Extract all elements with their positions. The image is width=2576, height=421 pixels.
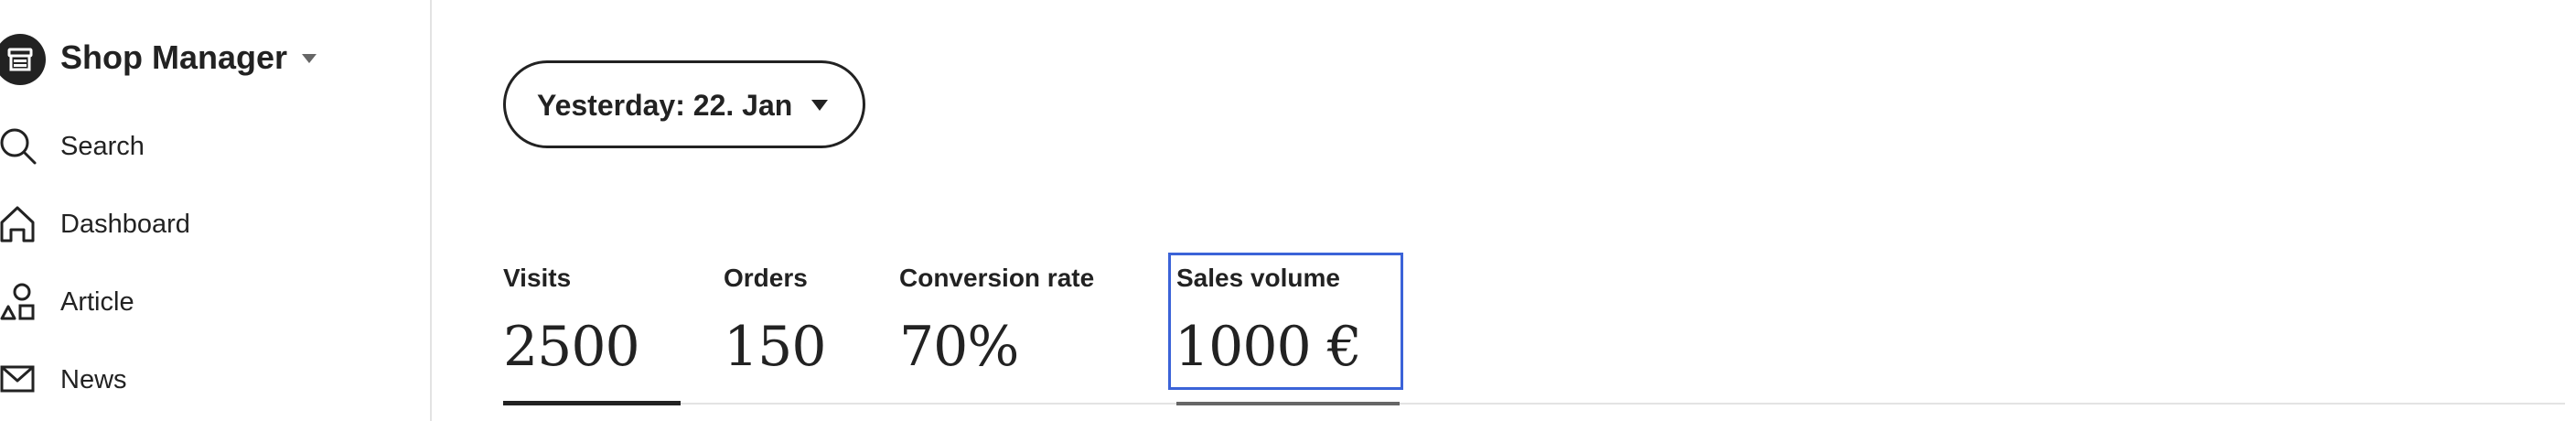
stat-sales-volume[interactable]: Sales volume 1000 € [1168, 253, 1403, 390]
sidebar-item-article[interactable]: Article [0, 276, 402, 328]
shop-manager-app: Shop Manager Search Dashboard Article Ne… [0, 0, 2576, 421]
stat-value: 150 [724, 315, 827, 379]
main-content: Yesterday: 22. Jan Visits 2500 Orders 15… [432, 0, 2576, 421]
date-range-dropdown[interactable]: Yesterday: 22. Jan [503, 60, 865, 148]
stat-value: 2500 [503, 315, 640, 379]
stat-label: Orders [724, 264, 808, 292]
shop-manager-title: Shop Manager [60, 38, 288, 76]
stat-value: 70% [899, 315, 1019, 379]
stat-value: 1000 € [1175, 315, 1362, 379]
stat-visits[interactable]: Visits 2500 [503, 258, 686, 406]
search-icon [0, 126, 40, 167]
sidebar: Shop Manager Search Dashboard Article Ne… [0, 0, 432, 421]
stat-label: Conversion rate [899, 264, 1095, 292]
sidebar-item-news[interactable]: News [0, 354, 402, 405]
caret-down-icon [302, 51, 317, 68]
sidebar-item-dashboard[interactable]: Dashboard [0, 199, 402, 250]
sidebar-item-label: Article [60, 287, 134, 317]
shop-storefront-icon [0, 34, 46, 85]
sidebar-item-search[interactable]: Search [0, 121, 402, 172]
envelope-icon [0, 360, 40, 400]
caret-down-icon [811, 100, 828, 113]
sidebar-item-label: Search [60, 132, 145, 161]
active-tab-indicator [503, 401, 681, 405]
stat-orders[interactable]: Orders 150 [724, 258, 861, 406]
stat-label: Visits [503, 264, 572, 292]
sidebar-item-label: News [60, 365, 127, 394]
home-icon [0, 204, 40, 244]
sidebar-item-label: Dashboard [60, 210, 190, 239]
stat-label: Sales volume [1176, 264, 1340, 292]
date-range-label: Yesterday: 22. Jan [537, 89, 793, 122]
stat-conversion-rate[interactable]: Conversion rate 70% [899, 258, 1119, 406]
sales-volume-indicator [1176, 402, 1400, 405]
shapes-icon [0, 282, 40, 322]
